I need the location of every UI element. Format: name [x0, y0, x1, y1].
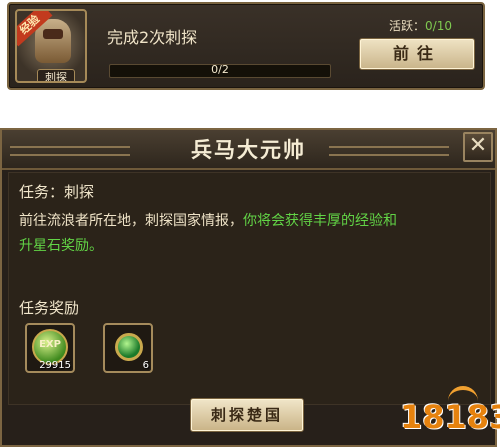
quest-icon-caption: 刺探 [37, 69, 75, 81]
task-description: 前往流浪者所在地，刺探国家情报，你将会获得丰厚的经验和 升星石奖励。 [19, 209, 469, 259]
quest-tracker: 经验 刺探 完成2次刺探 0/2 活跃：0/10 前往 [7, 2, 485, 90]
exp-medal-label: EXP [39, 339, 61, 350]
quest-icon[interactable]: 经验 刺探 [15, 9, 87, 83]
reward-count: 6 [142, 360, 149, 371]
activity-value: 0/10 [425, 19, 452, 33]
reward-count: 29915 [39, 360, 71, 371]
dialog-title: 兵马大元帅 [191, 138, 306, 162]
activity-label: 活跃： [389, 19, 426, 33]
reward-slot-orb[interactable]: 6 [103, 323, 153, 373]
task-desc-line2: 升星石奖励。 [19, 238, 103, 254]
quest-title: 完成2次刺探 [107, 28, 198, 47]
quest-progress-bar: 0/2 [109, 63, 331, 78]
reward-slot-exp[interactable]: EXP 29915 [25, 323, 75, 373]
green-orb-icon [115, 333, 143, 361]
task-desc-plain: 前往流浪者所在地，刺探国家情报， [19, 213, 243, 229]
rewards-heading: 任务奖励 [19, 299, 80, 317]
site-watermark: 18183 [398, 386, 500, 444]
quest-progress-text: 0/2 [211, 63, 229, 76]
spy-chu-button[interactable]: 刺探楚国 [190, 398, 304, 432]
dialog-header: 兵马大元帅 ✕ [2, 130, 495, 170]
task-heading: 任务：刺探 [19, 183, 95, 201]
activity-indicator: 活跃：0/10 [389, 17, 452, 34]
goto-button[interactable]: 前往 [359, 38, 475, 70]
task-desc-highlight: 你将会获得丰厚的经验和 [243, 213, 397, 229]
dialog-body: 任务：刺探 前往流浪者所在地，刺探国家情报，你将会获得丰厚的经验和 升星石奖励。… [8, 172, 491, 405]
watermark-text: 18183 [400, 398, 500, 436]
close-button[interactable]: ✕ [463, 132, 493, 162]
